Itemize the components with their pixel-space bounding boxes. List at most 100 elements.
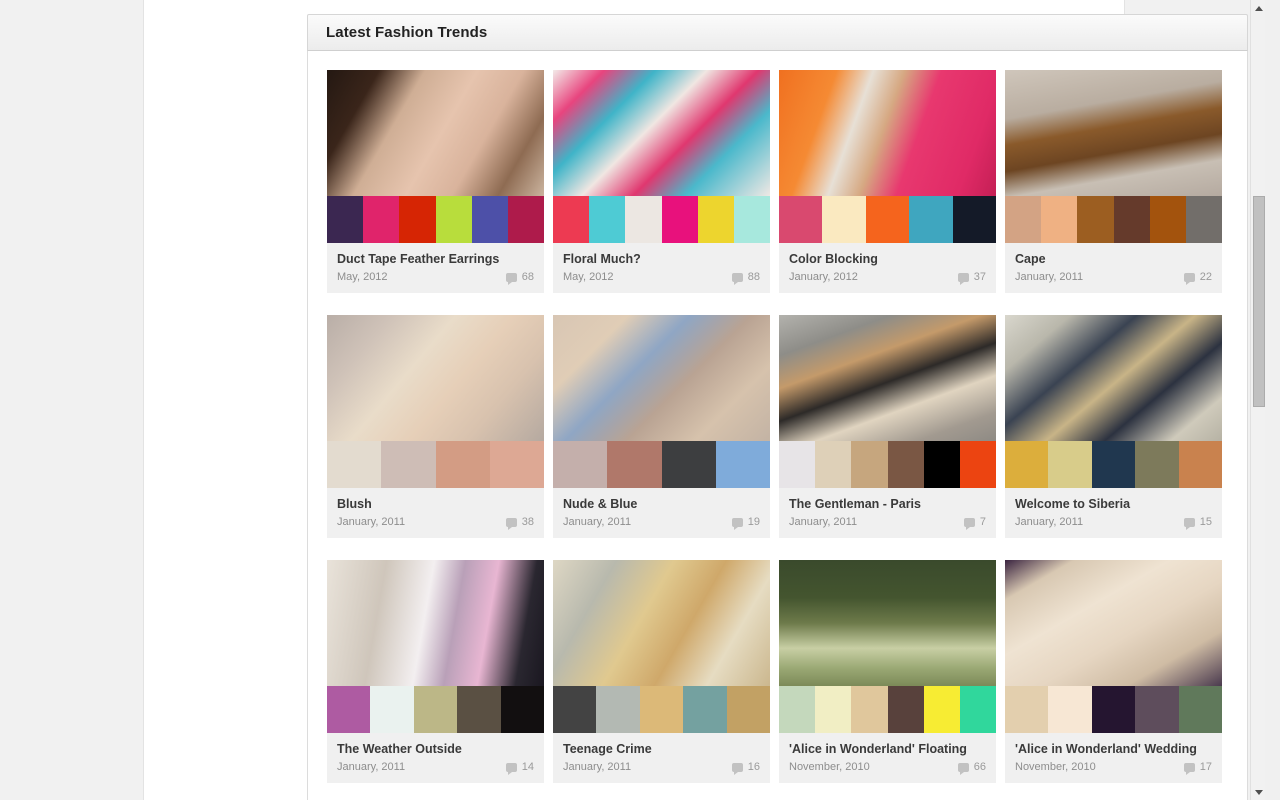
trend-photo[interactable] — [553, 560, 770, 686]
color-swatch[interactable] — [815, 686, 852, 733]
trend-card[interactable]: Duct Tape Feather Earrings May, 2012 68 — [327, 70, 544, 293]
color-swatch[interactable] — [1041, 196, 1078, 243]
color-swatch[interactable] — [435, 441, 490, 488]
color-swatch[interactable] — [413, 686, 458, 733]
comment-count-group[interactable]: 66 — [957, 761, 986, 775]
color-swatch[interactable] — [733, 196, 770, 243]
color-swatch[interactable] — [457, 686, 501, 733]
trend-photo[interactable] — [553, 315, 770, 441]
comment-count-group[interactable]: 37 — [957, 271, 986, 285]
trend-photo[interactable] — [779, 70, 996, 196]
card-title[interactable]: The Gentleman - Paris — [789, 496, 986, 512]
card-title[interactable]: Teenage Crime — [563, 741, 760, 757]
color-swatch[interactable] — [661, 196, 698, 243]
comment-count-group[interactable]: 19 — [731, 516, 760, 530]
trend-card[interactable]: 'Alice in Wonderland' Floating November, … — [779, 560, 996, 783]
trend-photo[interactable] — [1005, 70, 1222, 196]
color-swatch[interactable] — [435, 196, 472, 243]
comment-count-group[interactable]: 88 — [731, 271, 760, 285]
card-title[interactable]: 'Alice in Wonderland' Floating — [789, 741, 986, 757]
color-swatch[interactable] — [399, 196, 436, 243]
color-swatch[interactable] — [1077, 196, 1114, 243]
comment-count-group[interactable]: 68 — [505, 271, 534, 285]
color-swatch[interactable] — [815, 441, 852, 488]
color-swatch[interactable] — [327, 441, 382, 488]
color-swatch[interactable] — [1048, 441, 1092, 488]
color-swatch[interactable] — [909, 196, 953, 243]
color-swatch[interactable] — [1048, 686, 1092, 733]
trend-card[interactable]: 'Alice in Wonderland' Wedding November, 2… — [1005, 560, 1222, 783]
card-title[interactable]: Welcome to Siberia — [1015, 496, 1212, 512]
trend-card[interactable]: Welcome to Siberia January, 2011 15 — [1005, 315, 1222, 538]
trend-photo[interactable] — [553, 70, 770, 196]
trend-photo[interactable] — [779, 560, 996, 686]
trend-photo[interactable] — [327, 315, 544, 441]
color-swatch[interactable] — [851, 686, 888, 733]
scroll-up-button[interactable] — [1251, 0, 1265, 16]
trend-photo[interactable] — [779, 315, 996, 441]
color-swatch[interactable] — [500, 686, 544, 733]
card-title[interactable]: Nude & Blue — [563, 496, 760, 512]
trend-card[interactable]: Teenage Crime January, 2011 16 — [553, 560, 770, 783]
card-title[interactable]: Floral Much? — [563, 251, 760, 267]
trend-card[interactable]: The Gentleman - Paris January, 2011 7 — [779, 315, 996, 538]
color-swatch[interactable] — [1135, 686, 1179, 733]
color-swatch[interactable] — [1091, 686, 1136, 733]
trend-card[interactable]: Floral Much? May, 2012 88 — [553, 70, 770, 293]
color-swatch[interactable] — [1178, 441, 1222, 488]
color-swatch[interactable] — [596, 686, 640, 733]
trend-photo[interactable] — [1005, 560, 1222, 686]
color-swatch[interactable] — [1113, 196, 1150, 243]
color-swatch[interactable] — [1005, 441, 1049, 488]
color-swatch[interactable] — [363, 196, 400, 243]
color-swatch[interactable] — [625, 196, 662, 243]
card-title[interactable]: Blush — [337, 496, 534, 512]
card-title[interactable]: Cape — [1015, 251, 1212, 267]
color-swatch[interactable] — [959, 441, 996, 488]
color-swatch[interactable] — [471, 196, 508, 243]
trend-photo[interactable] — [1005, 315, 1222, 441]
color-swatch[interactable] — [726, 686, 770, 733]
card-title[interactable]: Color Blocking — [789, 251, 986, 267]
color-swatch[interactable] — [489, 441, 544, 488]
color-swatch[interactable] — [553, 441, 608, 488]
color-swatch[interactable] — [589, 196, 626, 243]
color-swatch[interactable] — [1149, 196, 1186, 243]
color-swatch[interactable] — [697, 196, 734, 243]
color-swatch[interactable] — [1005, 196, 1042, 243]
color-swatch[interactable] — [381, 441, 436, 488]
color-swatch[interactable] — [1135, 441, 1179, 488]
color-swatch[interactable] — [923, 441, 960, 488]
color-swatch[interactable] — [639, 686, 684, 733]
comment-count-group[interactable]: 16 — [731, 761, 760, 775]
trend-card[interactable]: Color Blocking January, 2012 37 — [779, 70, 996, 293]
color-swatch[interactable] — [923, 686, 960, 733]
scrollbar-thumb[interactable] — [1253, 196, 1265, 407]
color-swatch[interactable] — [327, 196, 364, 243]
color-swatch[interactable] — [851, 441, 888, 488]
color-swatch[interactable] — [327, 686, 371, 733]
trend-card[interactable]: Cape January, 2011 22 — [1005, 70, 1222, 293]
comment-count-group[interactable]: 14 — [505, 761, 534, 775]
color-swatch[interactable] — [1185, 196, 1222, 243]
color-swatch[interactable] — [887, 441, 924, 488]
color-swatch[interactable] — [607, 441, 662, 488]
scroll-down-button[interactable] — [1251, 784, 1265, 800]
color-swatch[interactable] — [683, 686, 727, 733]
color-swatch[interactable] — [661, 441, 716, 488]
card-title[interactable]: 'Alice in Wonderland' Wedding — [1015, 741, 1212, 757]
comment-count-group[interactable]: 7 — [963, 516, 986, 530]
color-swatch[interactable] — [715, 441, 770, 488]
comment-count-group[interactable]: 38 — [505, 516, 534, 530]
color-swatch[interactable] — [1178, 686, 1222, 733]
vertical-scrollbar[interactable] — [1250, 0, 1265, 800]
color-swatch[interactable] — [959, 686, 996, 733]
color-swatch[interactable] — [865, 196, 910, 243]
color-swatch[interactable] — [507, 196, 544, 243]
comment-count-group[interactable]: 15 — [1183, 516, 1212, 530]
trend-card[interactable]: Nude & Blue January, 2011 19 — [553, 315, 770, 538]
color-swatch[interactable] — [553, 196, 590, 243]
comment-count-group[interactable]: 22 — [1183, 271, 1212, 285]
trend-photo[interactable] — [327, 70, 544, 196]
color-swatch[interactable] — [553, 686, 597, 733]
